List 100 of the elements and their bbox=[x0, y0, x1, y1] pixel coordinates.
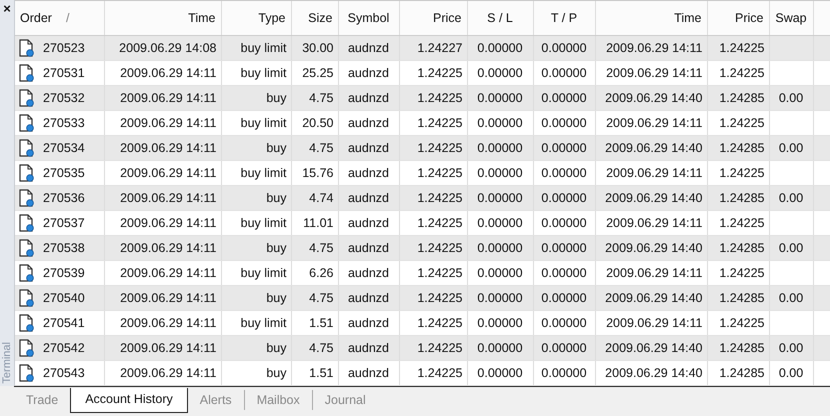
table-cell: 0.00000 bbox=[541, 291, 587, 305]
table-cell: audnzd bbox=[348, 341, 389, 355]
table-cell: buy limit bbox=[240, 41, 286, 55]
table-cell: buy limit bbox=[240, 266, 286, 280]
table-cell: 0.00 bbox=[778, 141, 804, 155]
table-cell: 270542 bbox=[43, 341, 85, 355]
table-cell: 0.00000 bbox=[541, 266, 587, 280]
document-icon bbox=[19, 39, 35, 57]
column-header[interactable]: S / L bbox=[467, 1, 533, 36]
table-cell: audnzd bbox=[348, 191, 389, 205]
document-icon bbox=[19, 64, 35, 82]
table-cell: 0.00000 bbox=[477, 316, 523, 330]
table-cell: 4.75 bbox=[309, 91, 334, 105]
table-cell: 2009.06.29 14:11 bbox=[120, 166, 216, 180]
document-icon bbox=[19, 264, 35, 282]
table-cell: 0.00 bbox=[778, 291, 804, 305]
table-cell: 20.50 bbox=[302, 116, 334, 130]
table-cell: buy limit bbox=[240, 216, 286, 230]
document-icon bbox=[19, 89, 35, 107]
table-cell: 2009.06.29 14:11 bbox=[606, 316, 702, 330]
table-cell: 0.00 bbox=[778, 366, 804, 380]
table-cell: audnzd bbox=[348, 366, 389, 380]
table-cell: 0.00000 bbox=[541, 341, 587, 355]
column-header[interactable]: T / P bbox=[533, 1, 595, 36]
table-cell: 1.24225 bbox=[417, 191, 462, 205]
table-cell: 2009.06.29 14:11 bbox=[606, 166, 702, 180]
table-cell: 25.25 bbox=[302, 66, 334, 80]
table-cell: 1.24285 bbox=[719, 341, 764, 355]
table-cell: 1.24225 bbox=[417, 141, 462, 155]
table-cell: 2009.06.29 14:11 bbox=[120, 241, 216, 255]
table-cell: 270535 bbox=[43, 166, 85, 180]
table-cell: buy bbox=[266, 291, 286, 305]
table-cell: 1.24285 bbox=[719, 291, 764, 305]
table-cell: 4.75 bbox=[309, 291, 334, 305]
table-cell: 270536 bbox=[43, 191, 85, 205]
sort-indicator: / bbox=[66, 11, 70, 25]
column-header[interactable]: Time bbox=[104, 1, 221, 36]
table-cell: 1.24225 bbox=[417, 91, 462, 105]
table-cell: 1.24225 bbox=[719, 316, 764, 330]
table-cell: audnzd bbox=[348, 316, 389, 330]
table-cell: 1.24227 bbox=[417, 41, 462, 55]
column-header[interactable]: Price bbox=[399, 1, 467, 36]
table-cell: 0.00000 bbox=[541, 241, 587, 255]
table-cell: 270523 bbox=[43, 41, 85, 55]
table-cell: 2009.06.29 14:11 bbox=[120, 291, 216, 305]
table-cell: 0.00000 bbox=[477, 216, 523, 230]
table-cell: 1.24225 bbox=[719, 166, 764, 180]
document-icon bbox=[19, 139, 35, 157]
table-cell: 2009.06.29 14:11 bbox=[120, 91, 216, 105]
table-cell: 1.24225 bbox=[719, 216, 764, 230]
table-cell: 1.24285 bbox=[719, 366, 764, 380]
table-cell: 1.24225 bbox=[417, 166, 462, 180]
table-cell: 1.24225 bbox=[417, 266, 462, 280]
column-header[interactable]: Order / bbox=[15, 1, 104, 36]
tab[interactable]: Account History bbox=[70, 388, 188, 413]
table-cell: buy bbox=[266, 141, 286, 155]
column-header[interactable]: Size bbox=[291, 1, 338, 36]
table-cell: 2009.06.29 14:11 bbox=[120, 366, 216, 380]
table-cell: 0.00000 bbox=[477, 291, 523, 305]
table-cell: buy bbox=[266, 241, 286, 255]
table-cell: 2009.06.29 14:40 bbox=[605, 366, 702, 380]
table-cell: 0.00000 bbox=[477, 66, 523, 80]
document-icon bbox=[19, 114, 35, 132]
table-cell: 1.51 bbox=[309, 366, 334, 380]
table-cell: 1.24225 bbox=[417, 366, 462, 380]
table-cell: 0.00 bbox=[778, 191, 804, 205]
document-icon bbox=[19, 214, 35, 232]
table-cell: audnzd bbox=[348, 166, 389, 180]
table-cell: 2009.06.29 14:40 bbox=[605, 341, 702, 355]
table-cell: 0.00000 bbox=[477, 241, 523, 255]
table-cell: 1.24225 bbox=[719, 266, 764, 280]
table-cell: 4.75 bbox=[309, 241, 334, 255]
table-cell: 0.00000 bbox=[477, 341, 523, 355]
document-icon bbox=[19, 239, 35, 257]
table-cell: 270540 bbox=[43, 291, 85, 305]
table-cell: 1.24225 bbox=[719, 41, 764, 55]
table-cell: 2009.06.29 14:40 bbox=[605, 191, 702, 205]
panel-title: Terminal bbox=[1, 342, 13, 384]
table-cell: 1.24285 bbox=[719, 141, 764, 155]
table-cell: buy limit bbox=[240, 116, 286, 130]
document-icon bbox=[19, 189, 35, 207]
column-header[interactable]: Time bbox=[595, 1, 707, 36]
table-cell: 0.00000 bbox=[541, 366, 587, 380]
column-header[interactable]: Type bbox=[221, 1, 291, 36]
close-button[interactable]: × bbox=[3, 2, 11, 16]
document-icon bbox=[19, 339, 35, 357]
column-header[interactable]: Price bbox=[707, 1, 769, 36]
table-cell: audnzd bbox=[348, 241, 389, 255]
table-cell: 1.51 bbox=[309, 316, 334, 330]
column-header[interactable]: Symbol bbox=[338, 1, 399, 36]
table-cell: 0.00000 bbox=[541, 216, 587, 230]
table-cell: buy limit bbox=[240, 66, 286, 80]
table-cell: 1.24285 bbox=[719, 241, 764, 255]
table-cell: 2009.06.29 14:40 bbox=[605, 241, 702, 255]
table-cell: 270543 bbox=[43, 366, 85, 380]
table-cell: 0.00000 bbox=[541, 166, 587, 180]
table-cell: 0.00000 bbox=[477, 41, 523, 55]
table-cell: 1.24225 bbox=[417, 116, 462, 130]
table-cell: buy bbox=[266, 366, 286, 380]
column-header[interactable]: Swap bbox=[769, 1, 813, 36]
